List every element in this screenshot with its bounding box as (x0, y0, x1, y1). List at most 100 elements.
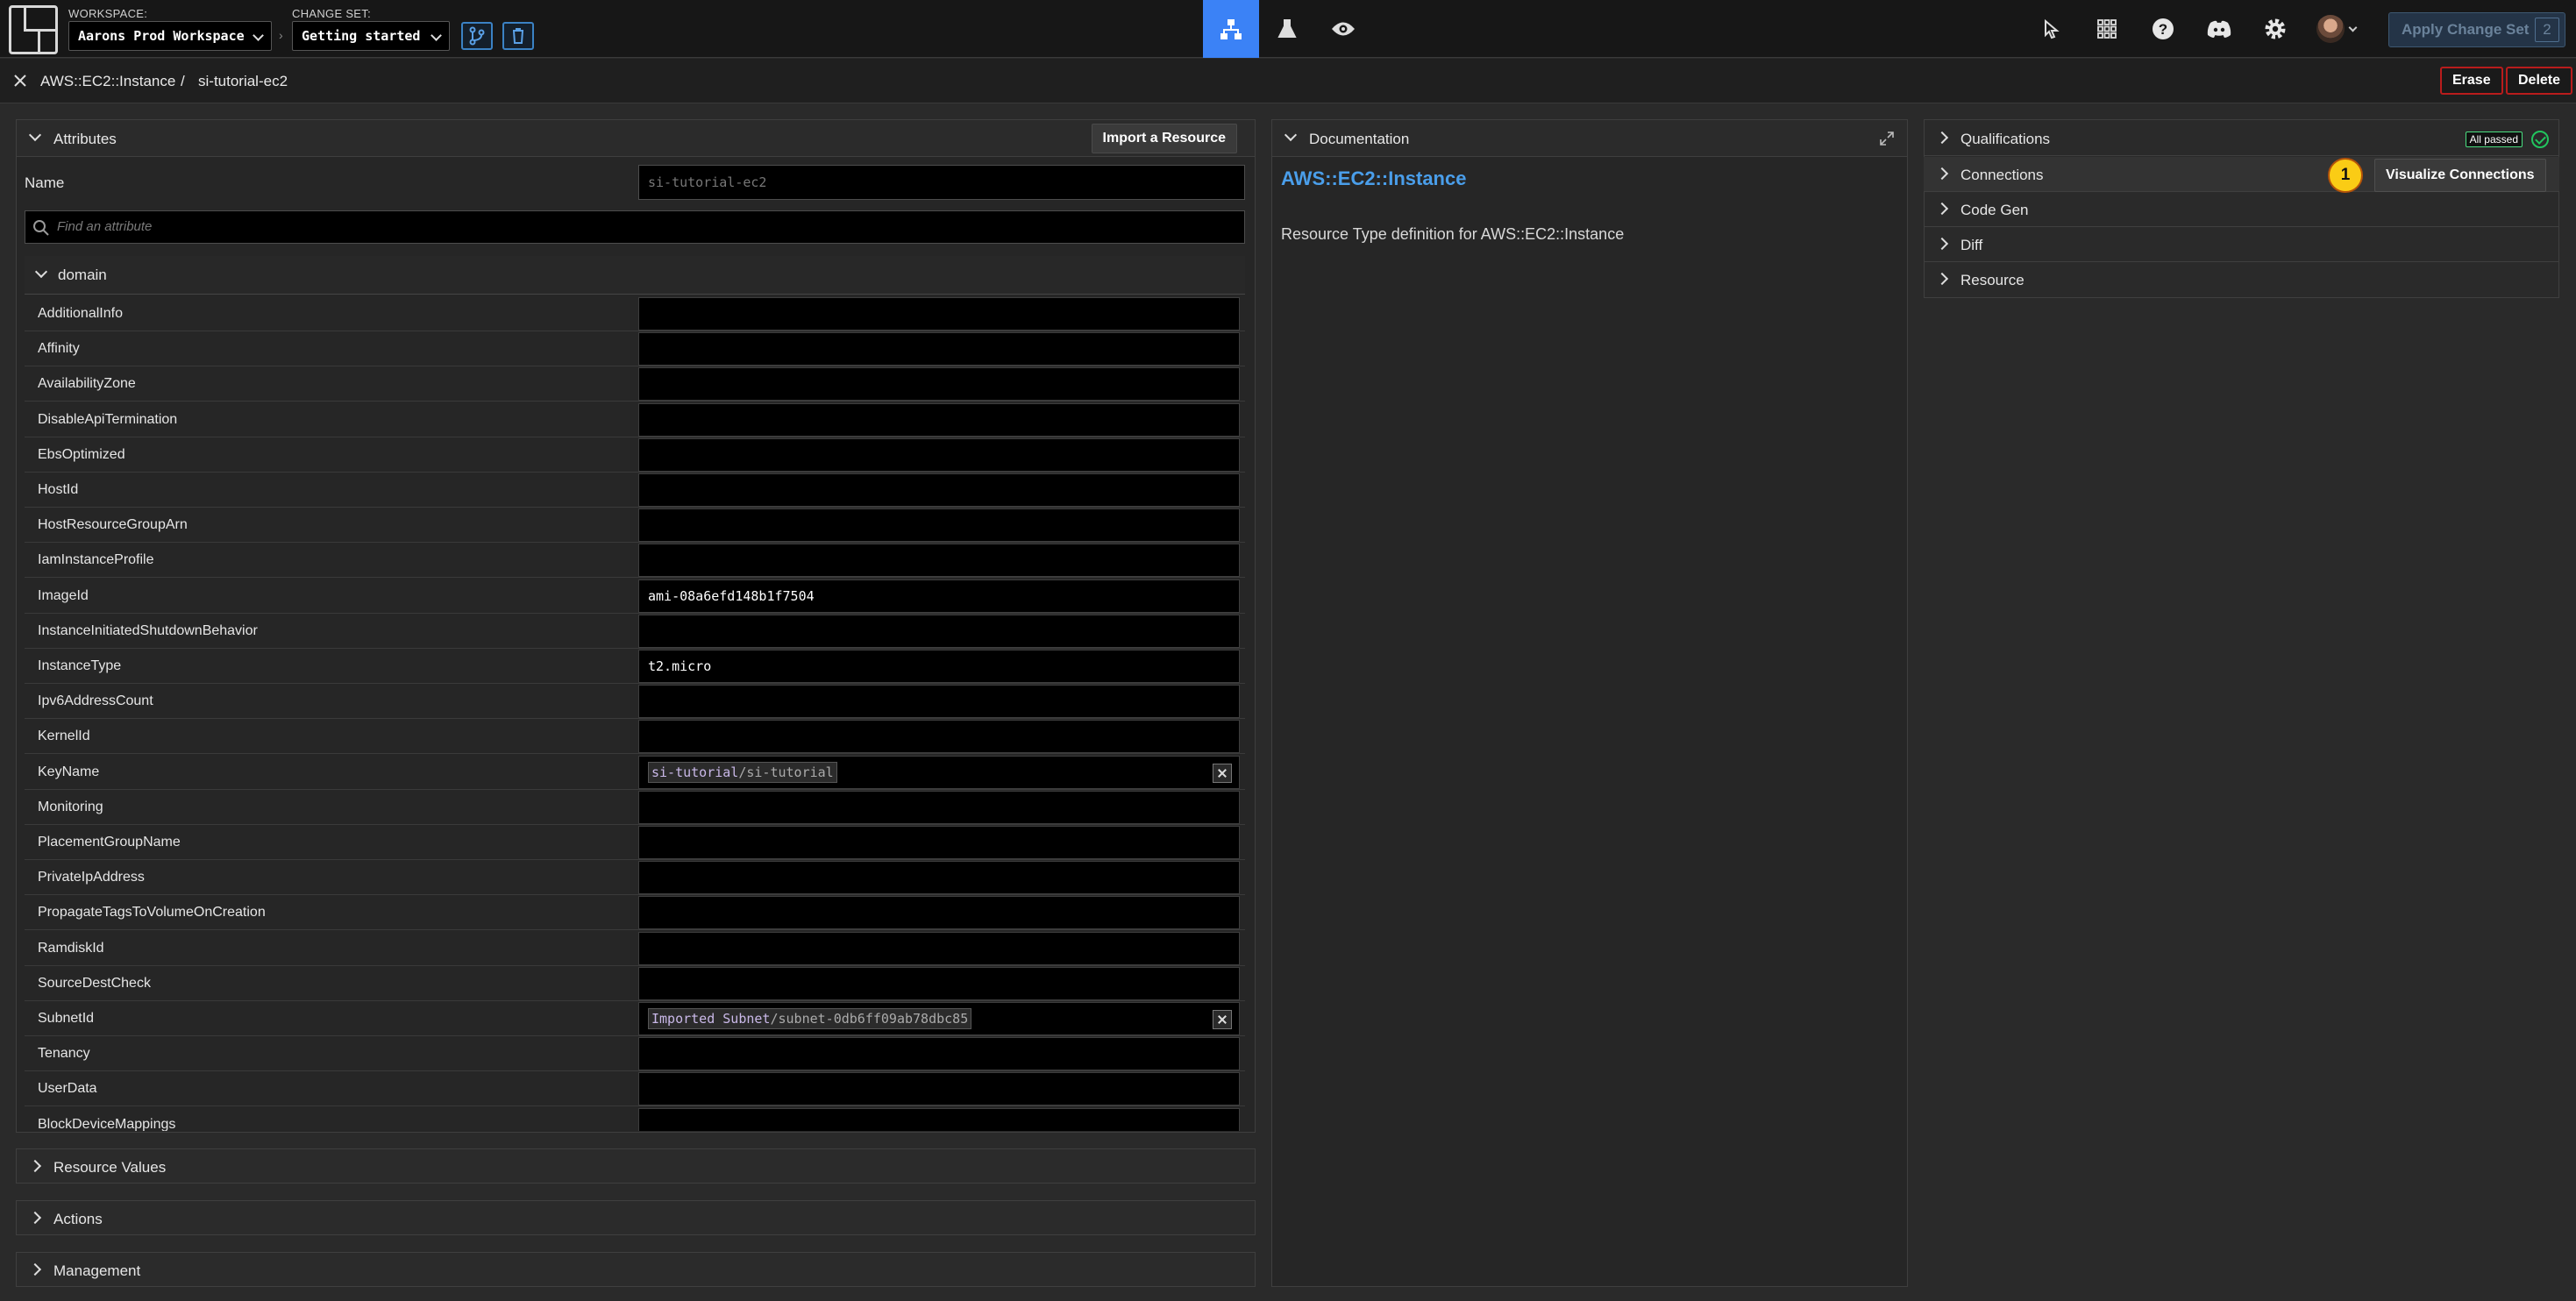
visualize-connections-button[interactable]: Visualize Connections (2374, 159, 2546, 192)
expand-icon[interactable] (1879, 131, 1895, 146)
cursor-icon[interactable] (2036, 14, 2066, 44)
apply-count-badge: 2 (2535, 18, 2559, 42)
name-input[interactable]: si-tutorial-ec2 (638, 165, 1245, 200)
section-label: Connections (1960, 167, 2044, 183)
attribute-value-input[interactable] (638, 332, 1240, 366)
workspace-select[interactable]: Aarons Prod Workspace (68, 21, 272, 51)
attribute-key: SourceDestCheck (38, 975, 151, 991)
attribute-value-input[interactable] (638, 508, 1240, 543)
discord-icon[interactable] (2204, 14, 2234, 44)
chevron-down-icon (28, 128, 42, 142)
attribute-list: AdditionalInfo Affinity AvailabilityZone Di… (25, 296, 1245, 1131)
attribute-value-input[interactable] (638, 685, 1240, 719)
search-icon (33, 220, 49, 236)
chevron-right-icon (28, 1262, 42, 1276)
breadcrumb-schema[interactable]: AWS::EC2::Instance (40, 73, 175, 90)
tab-view[interactable] (1315, 0, 1371, 58)
domain-section-header[interactable]: domain (25, 256, 1245, 295)
chip-source: Imported Subnet (651, 1011, 771, 1027)
chevron-down-icon (34, 265, 48, 279)
remove-connection-icon[interactable] (1213, 1010, 1232, 1029)
user-menu[interactable] (2315, 14, 2357, 44)
doc-heading-link[interactable]: AWS::EC2::Instance (1281, 167, 1466, 190)
changeset-value: Getting started (302, 28, 421, 44)
attribute-row: Monitoring (25, 790, 1245, 825)
attribute-row: Tenancy (25, 1036, 1245, 1072)
attribute-value-input[interactable] (638, 790, 1240, 824)
system-initiative-logo[interactable] (9, 5, 58, 54)
attribute-value-input[interactable] (638, 931, 1240, 965)
attribute-value-input[interactable] (638, 720, 1240, 754)
all-passed-badge: All passed (2465, 132, 2523, 147)
attributes-header[interactable]: Attributes Import a Resource (17, 120, 1255, 157)
section-management[interactable]: Management (16, 1252, 1256, 1287)
apply-changeset-button[interactable]: Apply Change Set 2 (2388, 12, 2565, 47)
attribute-value-input[interactable]: Imported Subnet/subnet-0db6ff09ab78dbc85 (638, 1002, 1240, 1035)
remove-connection-icon[interactable] (1213, 763, 1232, 783)
erase-button[interactable]: Erase (2440, 67, 2503, 95)
workspace-value: Aarons Prod Workspace (78, 28, 245, 44)
documentation-header[interactable]: Documentation (1272, 120, 1907, 157)
section-qualifications[interactable]: Qualifications All passed (1924, 121, 2559, 156)
section-resource[interactable]: Resource (1924, 262, 2559, 297)
abandon-changeset-button[interactable] (502, 22, 534, 50)
eye-icon (1332, 22, 1355, 36)
attribute-value-input[interactable] (638, 861, 1240, 895)
attribute-value-input[interactable] (638, 1072, 1240, 1106)
connection-chip[interactable]: Imported Subnet/subnet-0db6ff09ab78dbc85 (648, 1008, 972, 1029)
section-resource-values[interactable]: Resource Values (16, 1148, 1256, 1184)
documentation-panel: Documentation AWS::EC2::Instance Resourc… (1271, 119, 1908, 1287)
changeset-select[interactable]: Getting started (292, 21, 450, 51)
attribute-row: AdditionalInfo (25, 296, 1245, 331)
attribute-key: HostId (38, 482, 79, 497)
connection-chip[interactable]: si-tutorial/si-tutorial (648, 761, 837, 783)
import-resource-button[interactable]: Import a Resource (1091, 124, 1237, 153)
section-actions[interactable]: Actions (16, 1200, 1256, 1235)
trash-icon (513, 28, 523, 44)
find-attribute-input[interactable]: Find an attribute (25, 210, 1245, 244)
gear-icon[interactable] (2260, 14, 2290, 44)
attribute-value-input[interactable] (638, 473, 1240, 507)
attribute-value-input[interactable] (638, 1107, 1240, 1131)
help-icon[interactable]: ? (2148, 14, 2178, 44)
section-label: Resource Values (53, 1159, 167, 1176)
breadcrumb-component: si-tutorial-ec2 (198, 73, 288, 89)
attribute-value-input[interactable] (638, 966, 1240, 1000)
attribute-value-input[interactable] (638, 367, 1240, 402)
create-changeset-button[interactable] (461, 22, 493, 50)
attribute-row: SubnetId Imported Subnet/subnet-0db6ff09a… (25, 1001, 1245, 1036)
attribute-key: PropagateTagsToVolumeOnCreation (38, 905, 266, 921)
apps-grid-icon[interactable] (2092, 14, 2122, 44)
chevron-right-icon (28, 1211, 42, 1225)
attribute-value-input[interactable] (638, 297, 1240, 331)
attribute-value-input[interactable]: ami-08a6efd148b1f7504 (638, 579, 1240, 613)
close-icon[interactable] (12, 73, 28, 89)
attribute-key: BlockDeviceMappings (38, 1116, 176, 1131)
attribute-value-input[interactable] (638, 437, 1240, 472)
attribute-value-input[interactable] (638, 896, 1240, 930)
attribute-value-input[interactable] (638, 826, 1240, 859)
tab-model[interactable] (1203, 0, 1259, 58)
attribute-row: HostResourceGroupArn (25, 508, 1245, 544)
section-code-gen[interactable]: Code Gen (1924, 192, 2559, 227)
chevron-down-icon (253, 30, 264, 41)
attribute-value-input[interactable] (638, 614, 1240, 648)
attribute-value-input[interactable] (638, 1037, 1240, 1071)
breadcrumb-bar: AWS::EC2::Instance / si-tutorial-ec2 Era… (0, 59, 2576, 103)
attribute-value-input[interactable]: t2.micro (638, 650, 1240, 683)
attribute-value-input[interactable] (638, 402, 1240, 437)
apply-changeset-label: Apply Change Set (2402, 21, 2530, 38)
attribute-row: InstanceInitiatedShutdownBehavior (25, 614, 1245, 649)
attribute-value-input[interactable]: si-tutorial/si-tutorial (638, 755, 1240, 789)
attribute-row: UserData (25, 1071, 1245, 1107)
avatar (2316, 15, 2345, 43)
section-label: Diff (1960, 237, 1983, 253)
section-diff[interactable]: Diff (1924, 227, 2559, 262)
attribute-value-input[interactable] (638, 544, 1240, 578)
workspace-label: WORKSPACE: (68, 7, 148, 20)
attribute-row: RamdiskId (25, 931, 1245, 966)
tab-customize[interactable] (1259, 0, 1315, 58)
section-label: Actions (53, 1211, 103, 1227)
delete-button[interactable]: Delete (2506, 67, 2573, 95)
chevron-right-icon (1935, 131, 1949, 145)
